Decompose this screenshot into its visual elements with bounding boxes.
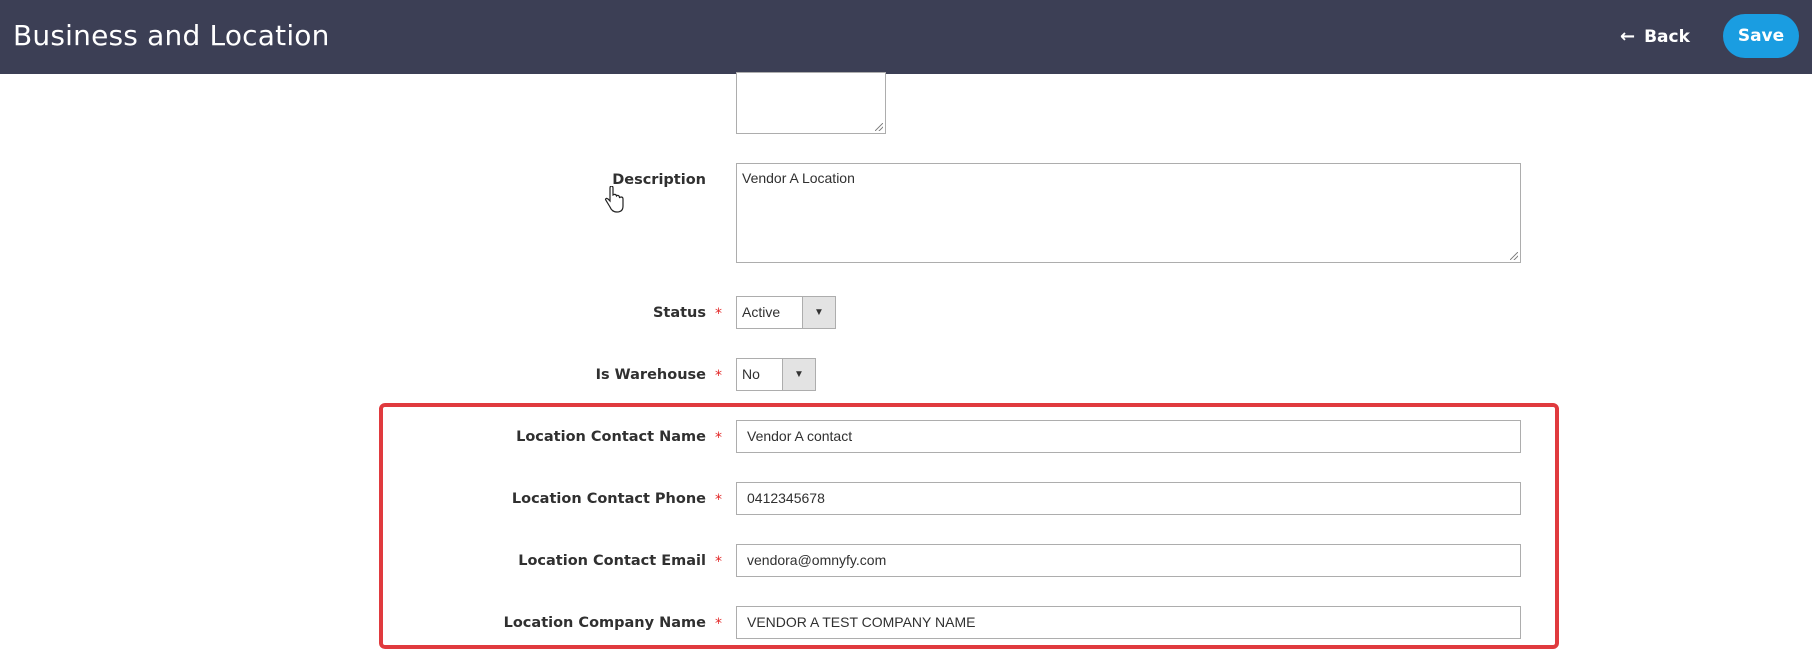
contact-email-input[interactable]: vendora@omnyfy.com — [736, 544, 1521, 577]
contact-name-input[interactable]: Vendor A contact — [736, 420, 1521, 453]
contact-name-required-mark: * — [715, 430, 722, 446]
triangle-down-icon: ▼ — [802, 297, 835, 328]
resize-handle-icon[interactable] — [1510, 252, 1518, 260]
contact-phone-input[interactable]: 0412345678 — [736, 482, 1521, 515]
save-button[interactable]: Save — [1723, 14, 1799, 58]
description-label: Description — [612, 172, 706, 188]
status-required-mark: * — [715, 306, 722, 322]
status-value: Active — [742, 304, 781, 320]
description-textarea[interactable]: Vendor A Location — [736, 163, 1521, 263]
is-warehouse-required-mark: * — [715, 368, 722, 384]
hand-pointer-icon — [604, 186, 624, 213]
description-value: Vendor A Location — [742, 170, 855, 186]
contact-name-label: Location Contact Name — [516, 429, 706, 445]
page-header: Business and Location ← Back Save — [0, 0, 1812, 74]
company-name-required-mark: * — [715, 616, 722, 632]
company-name-label: Location Company Name — [503, 615, 706, 631]
back-button[interactable]: ← Back — [1620, 22, 1690, 52]
contact-email-label: Location Contact Email — [518, 553, 706, 569]
is-warehouse-select[interactable]: No ▼ — [736, 358, 816, 391]
arrow-left-icon: ← — [1620, 26, 1636, 47]
is-warehouse-label: Is Warehouse — [595, 367, 706, 383]
company-name-input[interactable]: VENDOR A TEST COMPANY NAME — [736, 606, 1521, 639]
page-title: Business and Location — [13, 19, 330, 52]
previous-textarea[interactable] — [736, 72, 886, 134]
contact-phone-label: Location Contact Phone — [511, 491, 706, 507]
status-select[interactable]: Active ▼ — [736, 296, 836, 329]
status-label: Status — [652, 305, 706, 321]
back-label: Back — [1644, 27, 1690, 47]
contact-email-required-mark: * — [715, 554, 722, 570]
contact-phone-required-mark: * — [715, 492, 722, 508]
resize-handle-icon[interactable] — [875, 123, 883, 131]
triangle-down-icon: ▼ — [782, 359, 815, 390]
is-warehouse-value: No — [742, 366, 760, 382]
